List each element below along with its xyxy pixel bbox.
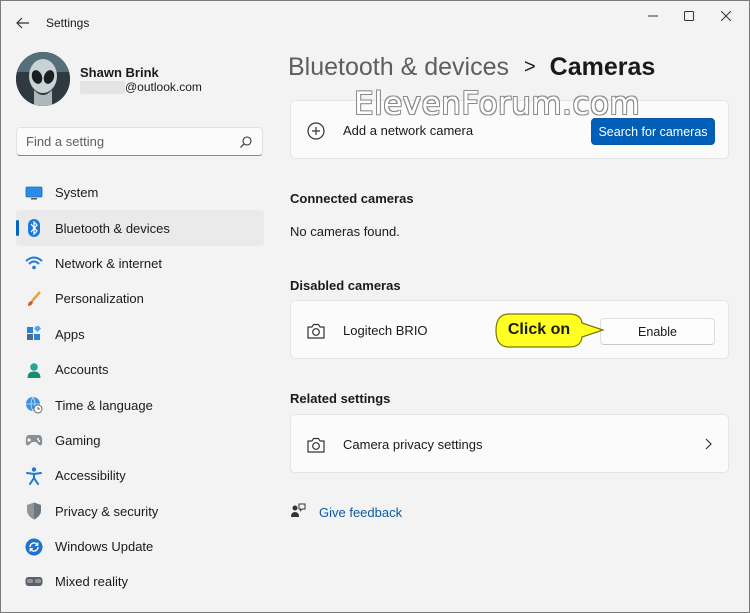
- connected-cameras-heading: Connected cameras: [290, 191, 414, 206]
- avatar[interactable]: [16, 52, 70, 106]
- alien-avatar-icon: [16, 52, 70, 106]
- user-name: Shawn Brink: [80, 65, 159, 80]
- sidebar-item-system[interactable]: System: [16, 175, 264, 210]
- back-button[interactable]: [11, 12, 35, 34]
- callout-text: Click on: [507, 321, 571, 338]
- page-title: Cameras: [549, 53, 656, 81]
- sidebar-item-gaming[interactable]: Gaming: [16, 423, 264, 458]
- add-network-camera-label: Add a network camera: [343, 123, 474, 138]
- accessibility-icon: [25, 467, 43, 485]
- search-input[interactable]: [26, 134, 226, 149]
- sidebar-item-label: Windows Update: [55, 539, 154, 555]
- camera-privacy-settings-card[interactable]: Camera privacy settings: [290, 414, 729, 473]
- feedback-icon: [291, 503, 306, 517]
- camera-icon: [307, 437, 325, 453]
- arrow-left-icon: [16, 17, 29, 29]
- title-bar: Settings: [1, 1, 749, 45]
- sidebar-item-privacy-security[interactable]: Privacy & security: [16, 494, 264, 529]
- system-monitor-icon: [25, 184, 43, 202]
- sidebar-item-label: System: [55, 185, 99, 201]
- shield-icon: [25, 502, 43, 520]
- camera-icon: [307, 323, 325, 339]
- sidebar-item-personalization[interactable]: Personalization: [16, 281, 264, 316]
- sidebar-item-label: Personalization: [55, 291, 144, 307]
- search-box[interactable]: [16, 127, 263, 156]
- minimize-icon: [648, 15, 658, 17]
- sidebar-item-apps[interactable]: Apps: [16, 317, 264, 352]
- apps-icon: [25, 325, 43, 343]
- close-button[interactable]: [711, 7, 741, 25]
- camera-privacy-settings-label: Camera privacy settings: [343, 437, 483, 452]
- camera-name: Logitech BRIO: [343, 323, 428, 338]
- wifi-icon: [25, 254, 43, 272]
- settings-window: Settings Shawn Brink @outlook.com Find a…: [0, 0, 750, 613]
- maximize-button[interactable]: [674, 7, 704, 25]
- plus-circle-icon: [307, 122, 325, 140]
- sidebar-item-accounts[interactable]: Accounts: [16, 352, 264, 387]
- search-for-cameras-button[interactable]: Search for cameras: [591, 118, 715, 145]
- email-redaction: [80, 81, 125, 94]
- sidebar-nav: System Bluetooth & devices Network & int…: [16, 175, 264, 600]
- breadcrumb: Bluetooth & devices > Cameras: [288, 53, 655, 82]
- sidebar-item-label: Apps: [55, 326, 85, 342]
- sidebar-item-label: Mixed reality: [55, 574, 128, 590]
- give-feedback-link[interactable]: Give feedback: [319, 505, 402, 520]
- sidebar-item-label: Gaming: [55, 432, 101, 448]
- no-cameras-text: No cameras found.: [290, 224, 400, 239]
- disabled-cameras-heading: Disabled cameras: [290, 278, 401, 293]
- search-icon[interactable]: [239, 135, 253, 149]
- minimize-button[interactable]: [638, 7, 668, 25]
- sidebar-item-label: Network & internet: [55, 255, 162, 271]
- click-on-callout: Click on: [495, 313, 605, 348]
- globe-clock-icon: [25, 396, 43, 414]
- brush-icon: [25, 290, 43, 308]
- sidebar-item-label: Bluetooth & devices: [55, 220, 170, 236]
- sidebar-item-label: Time & language: [55, 397, 153, 413]
- chevron-right-icon: [705, 438, 712, 450]
- breadcrumb-parent[interactable]: Bluetooth & devices: [288, 53, 509, 81]
- sidebar-item-mixed-reality[interactable]: Mixed reality: [16, 564, 264, 599]
- vr-headset-icon: [25, 573, 43, 591]
- sidebar-item-accessibility[interactable]: Accessibility: [16, 458, 264, 493]
- person-icon: [25, 361, 43, 379]
- related-settings-heading: Related settings: [290, 391, 391, 406]
- gamepad-icon: [25, 431, 43, 449]
- sidebar-item-network[interactable]: Network & internet: [16, 246, 264, 281]
- sidebar-item-bluetooth[interactable]: Bluetooth & devices: [16, 210, 264, 246]
- app-title: Settings: [46, 16, 90, 30]
- sidebar-item-label: Accessibility: [55, 468, 126, 484]
- breadcrumb-separator: >: [523, 56, 536, 78]
- update-icon: [25, 538, 43, 556]
- sidebar-item-time-language[interactable]: Time & language: [16, 387, 264, 422]
- sidebar-item-label: Accounts: [55, 362, 109, 378]
- close-icon: [721, 11, 731, 21]
- sidebar-item-windows-update[interactable]: Windows Update: [16, 529, 264, 564]
- enable-button[interactable]: Enable: [600, 318, 715, 345]
- user-email: @outlook.com: [125, 80, 202, 94]
- sidebar-item-label: Privacy & security: [55, 503, 159, 519]
- add-network-camera-card: Add a network camera Search for cameras: [290, 100, 729, 159]
- bluetooth-icon: [25, 219, 43, 238]
- maximize-icon: [684, 11, 694, 21]
